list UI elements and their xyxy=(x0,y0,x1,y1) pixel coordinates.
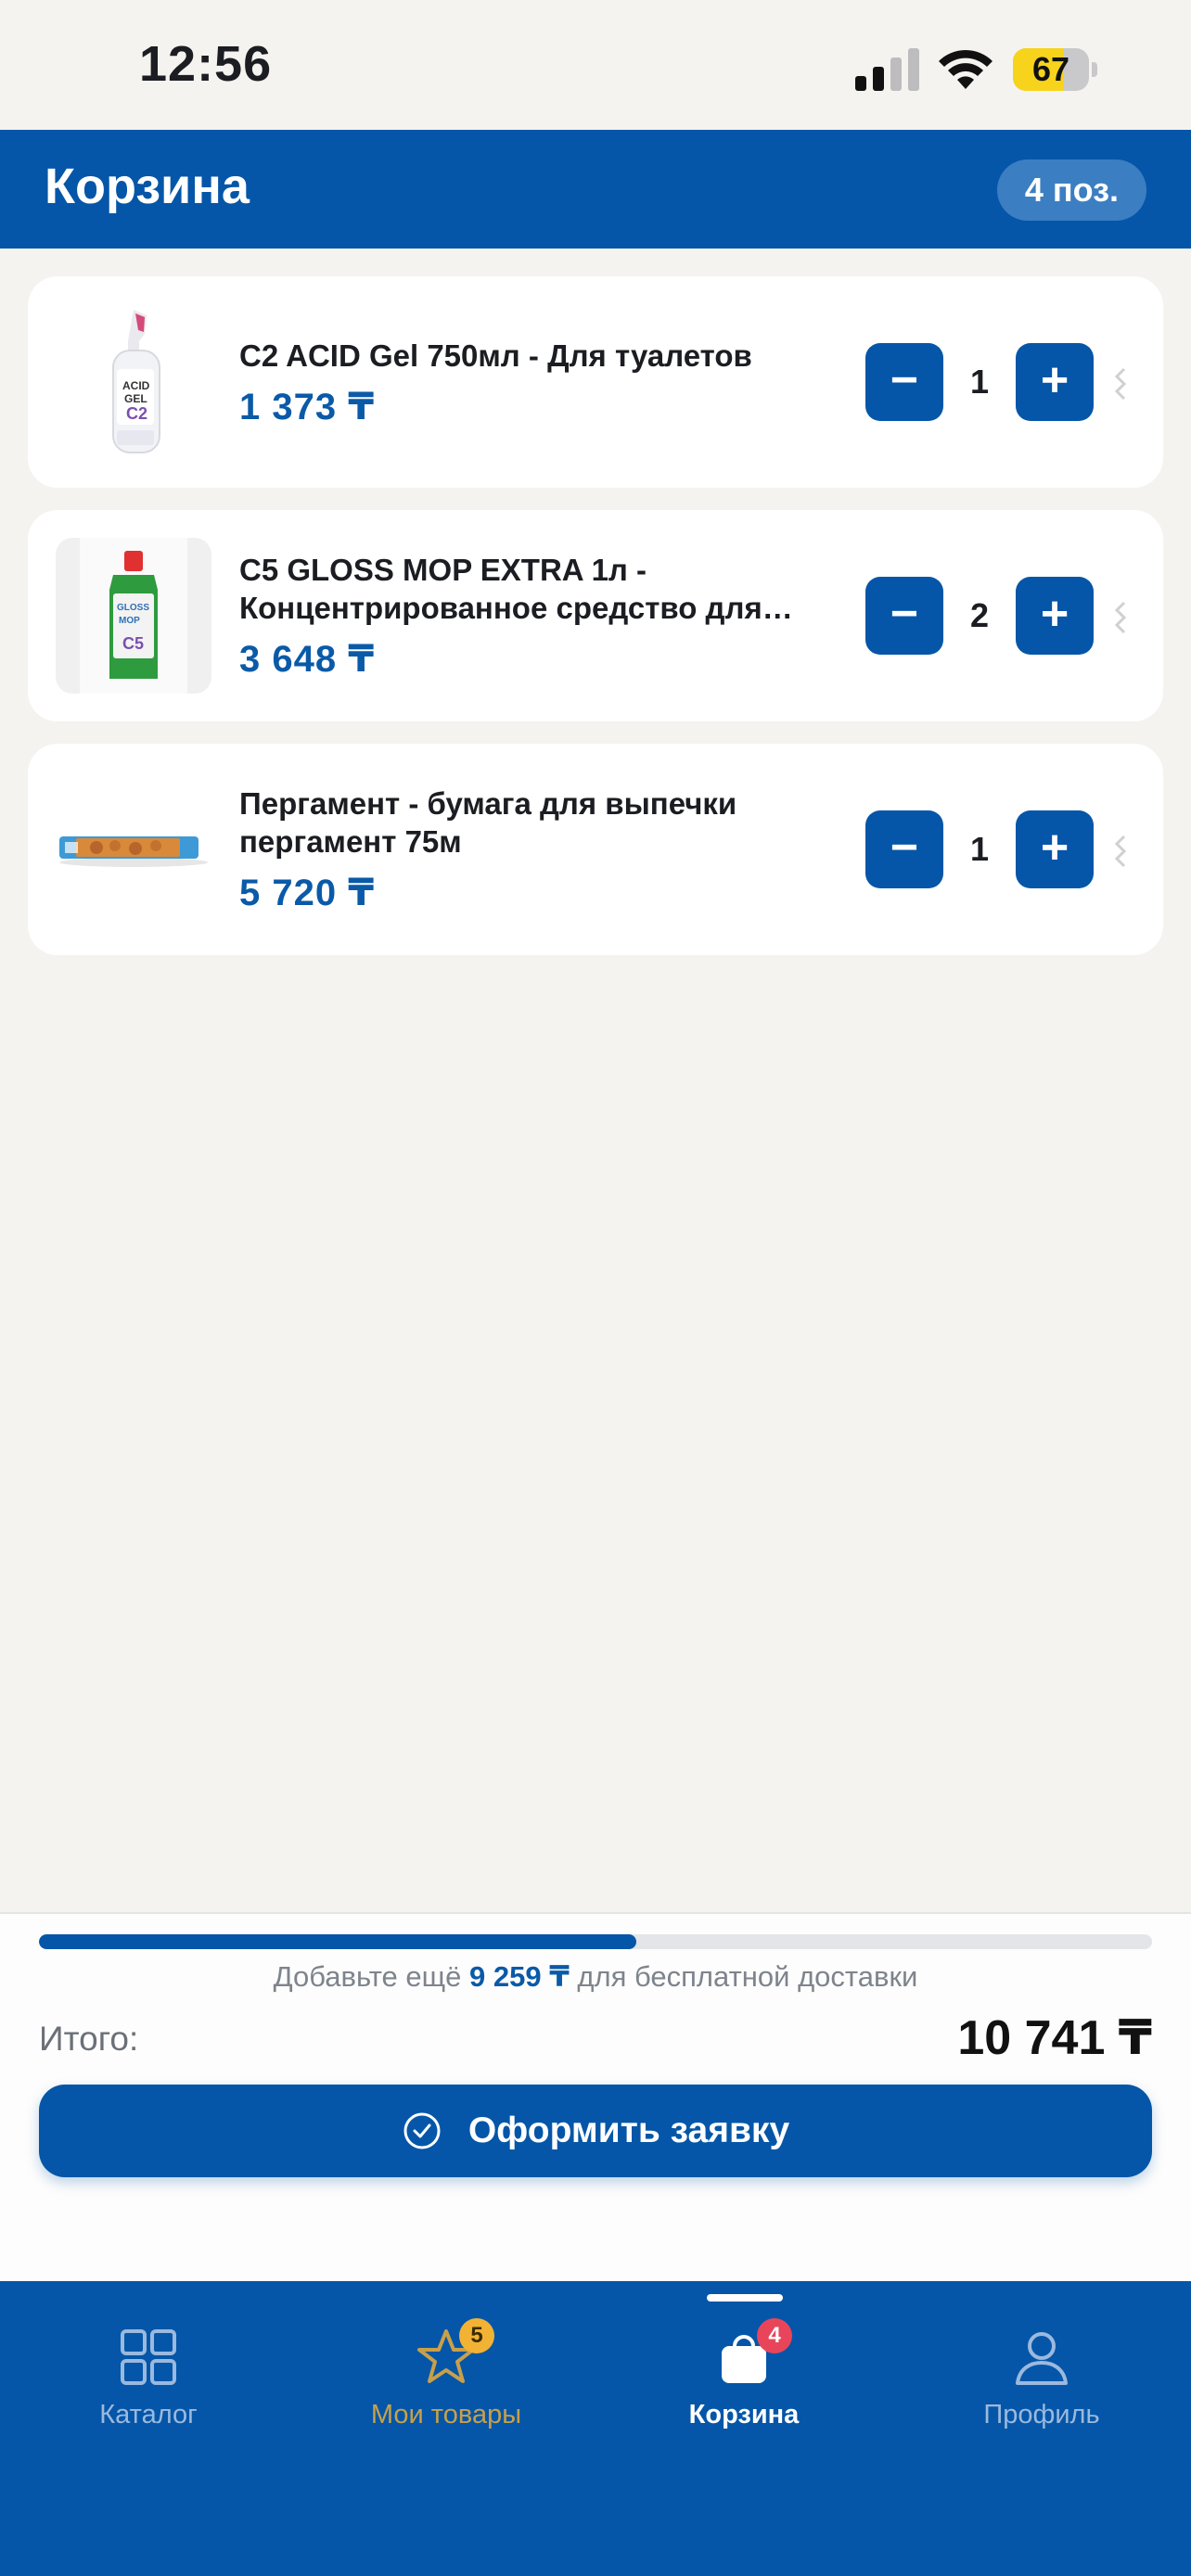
swipe-handle-icon[interactable] xyxy=(1113,835,1130,868)
svg-text:MOP: MOP xyxy=(119,616,140,626)
decrease-quantity-button[interactable]: − xyxy=(865,810,943,888)
product-name: C2 ACID Gel 750мл - Для туалетов xyxy=(239,338,752,373)
status-bar: 12:56 67 xyxy=(0,0,1191,130)
favorites-count-badge: 5 xyxy=(459,2318,494,2353)
active-tab-indicator xyxy=(707,2294,783,2302)
bottom-tab-bar: Каталог 5 Мои товары 4 Корзина Профиль xyxy=(0,2281,1191,2576)
hint-amount: 9 259 ₸ xyxy=(469,1960,570,1993)
check-circle-icon xyxy=(403,2112,441,2149)
cart-header: Корзина 4 поз. xyxy=(0,130,1191,249)
product-price: 5 720 ₸ xyxy=(239,873,376,913)
product-name: C5 GLOSS MOP EXTRA 1л - Концентрированно… xyxy=(239,553,793,625)
tab-my-products[interactable]: 5 Мои товары xyxy=(326,2318,567,2439)
page-title: Корзина xyxy=(45,159,250,214)
bag-icon: 4 xyxy=(714,2318,792,2387)
tab-label: Мои товары xyxy=(370,2400,522,2429)
swipe-handle-icon[interactable] xyxy=(1113,367,1130,401)
quantity-value: 1 xyxy=(969,830,990,868)
quantity-stepper: − 1 + xyxy=(865,343,1094,421)
status-time: 12:56 xyxy=(139,36,273,92)
total-value: 10 741 ₸ xyxy=(957,2011,1152,2065)
hint-prefix: Добавьте ещё xyxy=(273,1960,462,1993)
increase-quantity-button[interactable]: + xyxy=(1016,577,1094,655)
wifi-icon xyxy=(939,49,992,89)
svg-text:GEL: GEL xyxy=(124,392,147,405)
product-name: Пергамент - бумага для выпечки пергамент… xyxy=(239,786,737,859)
quantity-value: 2 xyxy=(969,596,990,634)
total-label: Итого: xyxy=(39,2020,139,2058)
tab-label: Профиль xyxy=(983,2400,1100,2429)
svg-text:C5: C5 xyxy=(122,634,144,653)
tab-catalog[interactable]: Каталог xyxy=(28,2327,269,2439)
product-price: 1 373 ₸ xyxy=(239,386,376,427)
decrease-quantity-button[interactable]: − xyxy=(865,343,943,421)
cart-item[interactable]: Пергамент - бумага для выпечки пергамент… xyxy=(28,744,1163,955)
free-delivery-progress-fill xyxy=(39,1934,637,1949)
checkout-label: Оформить заявку xyxy=(467,2111,790,2150)
tab-label: Корзина xyxy=(688,2400,800,2429)
swipe-handle-icon[interactable] xyxy=(1113,601,1130,634)
item-count-badge: 4 поз. xyxy=(996,159,1146,221)
product-image: ACID GEL C2 xyxy=(56,304,211,460)
product-image xyxy=(56,772,211,927)
tab-cart[interactable]: 4 Корзина xyxy=(623,2318,864,2439)
hint-suffix: для бесплатной доставки xyxy=(577,1960,918,1993)
product-image: GLOSS MOP C5 xyxy=(56,538,211,694)
star-icon: 5 xyxy=(416,2318,494,2387)
svg-text:C2: C2 xyxy=(126,404,147,423)
cart-item[interactable]: GLOSS MOP C5 C5 GLOSS MOP EXTRA 1л - Кон… xyxy=(28,510,1163,721)
battery-icon: 67 xyxy=(1013,48,1098,91)
quantity-stepper: − 1 + xyxy=(865,810,1094,888)
cellular-signal-icon xyxy=(855,48,919,91)
decrease-quantity-button[interactable]: − xyxy=(865,577,943,655)
cart-count-badge: 4 xyxy=(757,2318,792,2353)
order-summary: Добавьте ещё 9 259 ₸ для бесплатной дост… xyxy=(0,1912,1191,2285)
cart-item[interactable]: ACID GEL C2 C2 ACID Gel 750мл - Для туал… xyxy=(28,276,1163,488)
increase-quantity-button[interactable]: + xyxy=(1016,343,1094,421)
cart-list: ACID GEL C2 C2 ACID Gel 750мл - Для туал… xyxy=(28,276,1163,977)
quantity-stepper: − 2 + xyxy=(865,577,1094,655)
floor-cleaner-bottle-icon: GLOSS MOP C5 xyxy=(80,538,187,694)
free-delivery-hint: Добавьте ещё 9 259 ₸ для бесплатной дост… xyxy=(0,1960,1191,1994)
increase-quantity-button[interactable]: + xyxy=(1016,810,1094,888)
tab-profile[interactable]: Профиль xyxy=(921,2327,1162,2439)
checkout-button[interactable]: Оформить заявку xyxy=(39,2085,1152,2177)
free-delivery-progress xyxy=(39,1934,1152,1949)
parchment-roll-icon xyxy=(59,836,208,867)
svg-text:GLOSS: GLOSS xyxy=(117,603,149,613)
product-price: 3 648 ₸ xyxy=(239,639,376,680)
battery-level: 67 xyxy=(1031,50,1070,88)
person-icon xyxy=(1012,2327,1071,2387)
quantity-value: 1 xyxy=(969,363,990,401)
toilet-gel-bottle-icon: ACID GEL C2 xyxy=(112,310,160,453)
svg-text:ACID: ACID xyxy=(122,379,150,392)
tab-label: Каталог xyxy=(99,2400,198,2429)
grid-icon xyxy=(119,2327,178,2387)
